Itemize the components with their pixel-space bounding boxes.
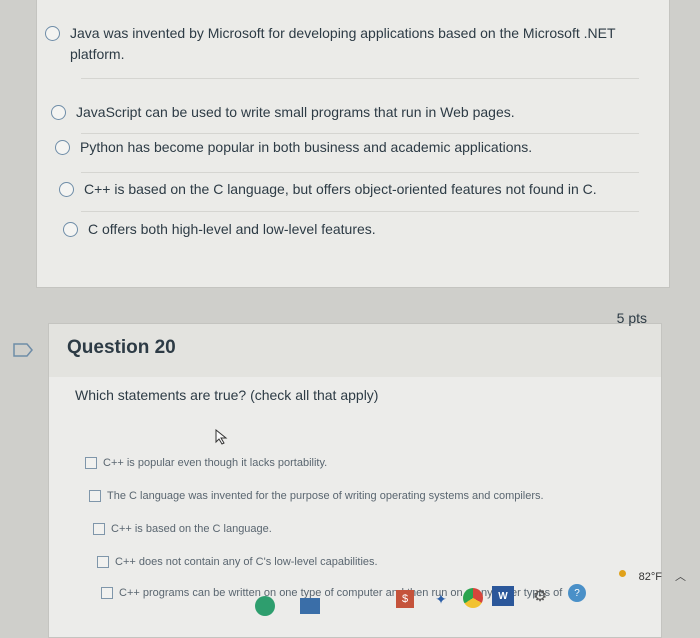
- mouse-cursor-icon: [215, 429, 228, 445]
- checkbox[interactable]: [85, 457, 97, 469]
- divider: [81, 211, 639, 212]
- option-label: Java was invented by Microsoft for devel…: [70, 25, 616, 62]
- option-row[interactable]: Python has become popular in both busine…: [55, 137, 645, 158]
- temperature-label: 82°F: [638, 571, 662, 583]
- divider: [81, 133, 639, 134]
- chrome-icon[interactable]: [463, 588, 483, 608]
- checkbox-option[interactable]: C++ is popular even though it lacks port…: [85, 457, 327, 469]
- option-label: JavaScript can be used to write small pr…: [76, 104, 515, 120]
- option-label: C++ is based on the C language.: [111, 523, 272, 535]
- dropbox-icon[interactable]: ✦: [432, 590, 450, 608]
- question-title: Question 20: [67, 337, 176, 358]
- checkbox[interactable]: [89, 490, 101, 502]
- option-row[interactable]: JavaScript can be used to write small pr…: [51, 102, 641, 123]
- option-row[interactable]: C offers both high-level and low-level f…: [63, 219, 653, 240]
- app-icon[interactable]: [300, 598, 320, 614]
- option-row[interactable]: Java was invented by Microsoft for devel…: [45, 23, 635, 65]
- store-icon[interactable]: $: [396, 590, 414, 608]
- option-label: C offers both high-level and low-level f…: [88, 221, 376, 237]
- divider: [81, 172, 639, 173]
- divider: [81, 78, 639, 79]
- settings-icon[interactable]: ⚙: [530, 586, 550, 606]
- question-20-header: Question 20 5 pts: [48, 310, 662, 379]
- taskbar: $ ✦ W ⚙ ?: [0, 584, 700, 621]
- radio-button[interactable]: [55, 140, 70, 155]
- radio-button[interactable]: [45, 26, 60, 41]
- checkbox[interactable]: [93, 523, 105, 535]
- word-icon[interactable]: W: [492, 586, 514, 606]
- flag-icon[interactable]: [12, 343, 34, 357]
- option-label: The C language was invented for the purp…: [107, 490, 544, 502]
- option-label: C++ is based on the C language, but offe…: [84, 181, 597, 197]
- chevron-up-icon[interactable]: ︿: [675, 568, 686, 584]
- option-row[interactable]: C++ is based on the C language, but offe…: [59, 179, 649, 200]
- points-label: 5 pts: [616, 310, 647, 326]
- radio-button[interactable]: [51, 105, 66, 120]
- checkbox[interactable]: [97, 556, 109, 568]
- question-prompt: Which statements are true? (check all th…: [75, 387, 379, 403]
- checkbox-option[interactable]: The C language was invented for the purp…: [89, 490, 544, 502]
- edge-icon[interactable]: [255, 596, 275, 616]
- help-icon[interactable]: ?: [568, 584, 586, 602]
- question-19-card: Java was invented by Microsoft for devel…: [36, 0, 670, 288]
- option-label: Python has become popular in both busine…: [80, 139, 533, 155]
- option-label: C++ does not contain any of C's low-leve…: [115, 556, 378, 568]
- checkbox-option[interactable]: C++ is based on the C language.: [93, 523, 272, 535]
- option-label: C++ is popular even though it lacks port…: [103, 457, 328, 469]
- weather-icon: [619, 570, 626, 577]
- radio-button[interactable]: [63, 222, 78, 237]
- radio-button[interactable]: [59, 182, 74, 197]
- checkbox-option[interactable]: C++ does not contain any of C's low-leve…: [97, 556, 378, 568]
